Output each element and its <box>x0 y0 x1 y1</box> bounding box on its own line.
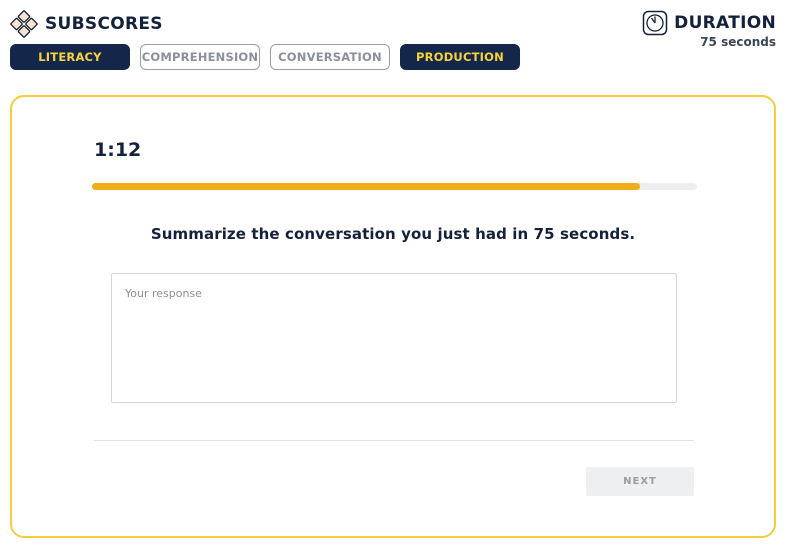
duration-panel: DURATION 75 seconds <box>642 10 776 49</box>
duration-value: 75 seconds <box>700 35 776 49</box>
tab-comprehension[interactable]: COMPREHENSION <box>140 44 260 70</box>
tab-production[interactable]: PRODUCTION <box>400 44 520 70</box>
diamond-grid-icon <box>10 10 38 38</box>
countdown-timer: 1:12 <box>94 139 142 161</box>
duration-title: DURATION <box>674 13 776 33</box>
clock-icon <box>642 10 668 36</box>
tab-conversation[interactable]: CONVERSATION <box>270 44 390 70</box>
progress-bar-fill <box>92 183 640 190</box>
task-prompt: Summarize the conversation you just had … <box>150 225 636 243</box>
subscores-header: SUBSCORES <box>10 10 163 38</box>
next-button[interactable]: NEXT <box>586 467 694 496</box>
task-card: 1:12 Summarize the conversation you just… <box>10 95 776 538</box>
subscore-tabs: LITERACY COMPREHENSION CONVERSATION PROD… <box>10 44 530 70</box>
divider <box>94 440 694 441</box>
tab-literacy[interactable]: LITERACY <box>10 44 130 70</box>
response-textarea[interactable] <box>111 273 677 403</box>
progress-bar <box>92 183 697 190</box>
subscores-title: SUBSCORES <box>45 14 163 34</box>
